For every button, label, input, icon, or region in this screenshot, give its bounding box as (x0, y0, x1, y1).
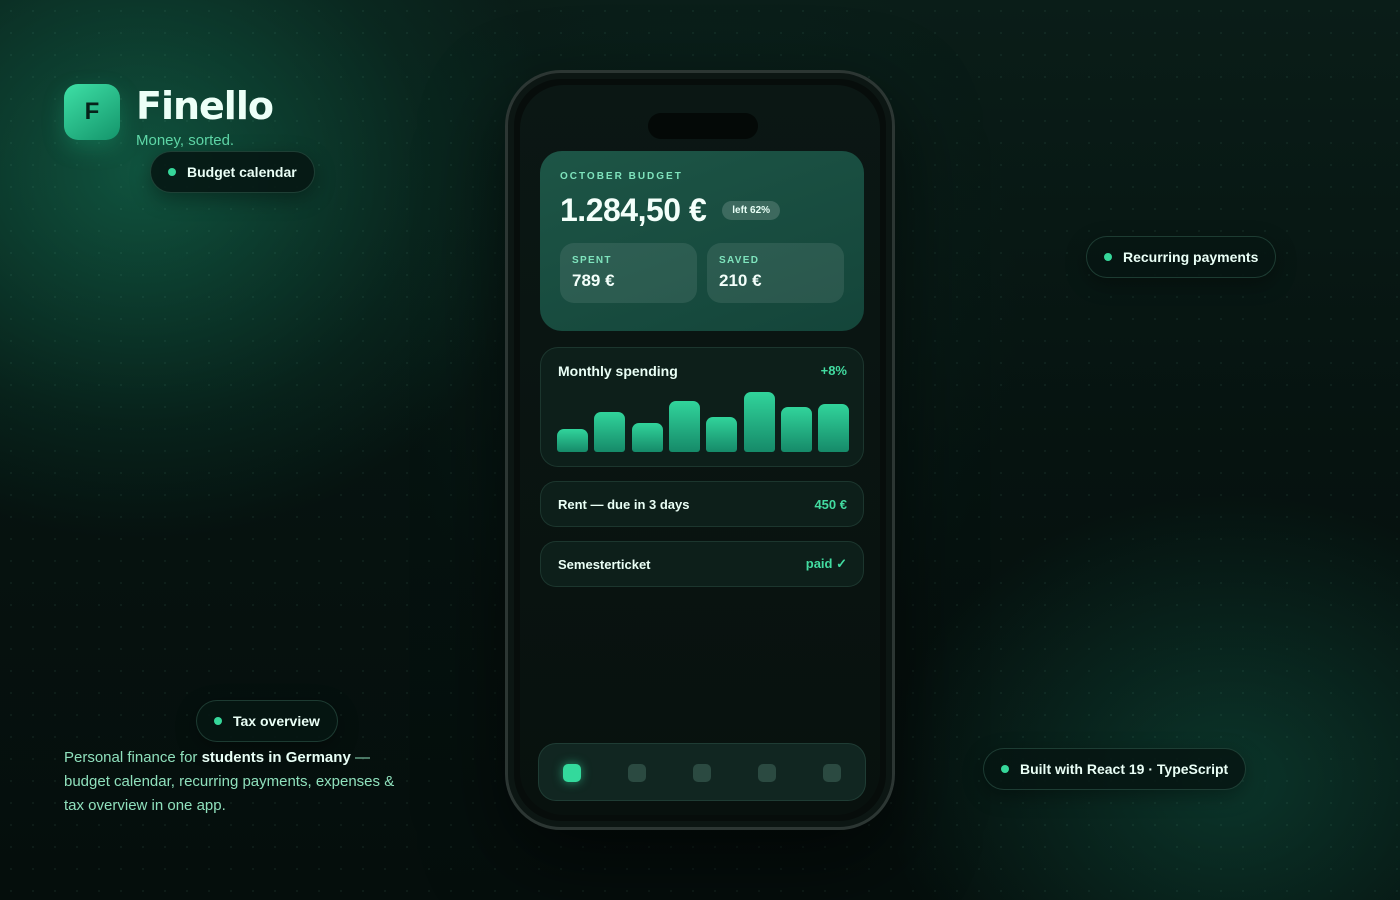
brand-text: Finello Money, sorted. (136, 84, 274, 149)
spent-label: SPENT (572, 255, 612, 266)
spending-bar (594, 412, 626, 452)
feature-pill-label: Budget calendar (187, 164, 297, 180)
budget-amount: 1.284,50 € (560, 192, 707, 228)
spending-change: +8% (820, 363, 847, 378)
budget-stats: SPENT 789 € SAVED 210 € (560, 243, 844, 303)
bullet-dot-icon (1104, 253, 1112, 261)
feature-pill-label: Built with React 19 · TypeScript (1020, 761, 1229, 777)
phone-mockup: OCTOBER BUDGET 1.284,50 € left 62% SPENT… (505, 70, 895, 830)
feature-pill-budget-calendar: Budget calendar (150, 151, 315, 193)
row-label: Rent — due in 3 days (558, 496, 690, 512)
budget-card[interactable]: OCTOBER BUDGET 1.284,50 € left 62% SPENT… (540, 151, 864, 331)
app-tagline: Money, sorted. (136, 132, 235, 149)
tab-bar-item-icon[interactable] (628, 764, 646, 782)
tab-bar-item-icon[interactable] (823, 764, 841, 782)
spending-title: Monthly spending (558, 363, 678, 379)
feature-pill-tech-stack: Built with React 19 · TypeScript (983, 748, 1247, 790)
saved-value: 210 € (719, 271, 762, 290)
monthly-spending-card[interactable]: Monthly spending +8% (540, 347, 864, 467)
phone-screen: OCTOBER BUDGET 1.284,50 € left 62% SPENT… (520, 85, 880, 815)
row-value: 450 € (814, 496, 847, 512)
budget-amount-row: 1.284,50 € left 62% (560, 192, 844, 229)
product-description: Personal finance for students in Germany… (64, 746, 404, 818)
spending-bar (818, 404, 850, 452)
saved-card[interactable]: SAVED 210 € (707, 243, 844, 303)
tab-bar-item-icon[interactable] (693, 764, 711, 782)
spending-bar (780, 407, 812, 452)
tab-bar-item-icon[interactable] (563, 764, 581, 782)
budget-label: OCTOBER BUDGET (560, 171, 683, 182)
phone-notch (648, 113, 758, 139)
spending-bar (743, 392, 775, 452)
row-value: paid ✓ (805, 556, 847, 571)
spending-bar-chart (557, 390, 850, 452)
spent-value: 789 € (572, 271, 615, 290)
app-logo-icon: F (64, 84, 120, 140)
saved-label: SAVED (719, 255, 760, 266)
spent-card[interactable]: SPENT 789 € (560, 243, 697, 303)
bullet-dot-icon (168, 168, 176, 176)
spending-bar (557, 429, 588, 452)
feature-pill-label: Tax overview (233, 713, 320, 729)
feature-pill-recurring-payments: Recurring payments (1086, 236, 1277, 278)
bullet-dot-icon (214, 717, 222, 725)
brand-header: F Finello Money, sorted. (64, 84, 274, 149)
description-highlight: students in Germany (201, 749, 351, 766)
tab-bar-item-icon[interactable] (758, 764, 776, 782)
app-name: Finello (136, 84, 274, 128)
semesterticket-row[interactable]: Semesterticket paid ✓ (540, 541, 864, 587)
rent-row[interactable]: Rent — due in 3 days 450 € (540, 481, 864, 527)
row-label: Semesterticket (558, 556, 651, 572)
feature-pill-label: Recurring payments (1123, 249, 1259, 265)
feature-pill-tax-overview: Tax overview (196, 700, 338, 742)
spending-bar (668, 401, 700, 452)
description-prefix: Personal finance for (64, 749, 202, 766)
bottom-tab-bar (538, 743, 866, 801)
spending-bar (631, 423, 663, 452)
bullet-dot-icon (1001, 765, 1009, 773)
budget-left-badge: left 62% (722, 201, 781, 220)
spending-bar (706, 417, 738, 452)
